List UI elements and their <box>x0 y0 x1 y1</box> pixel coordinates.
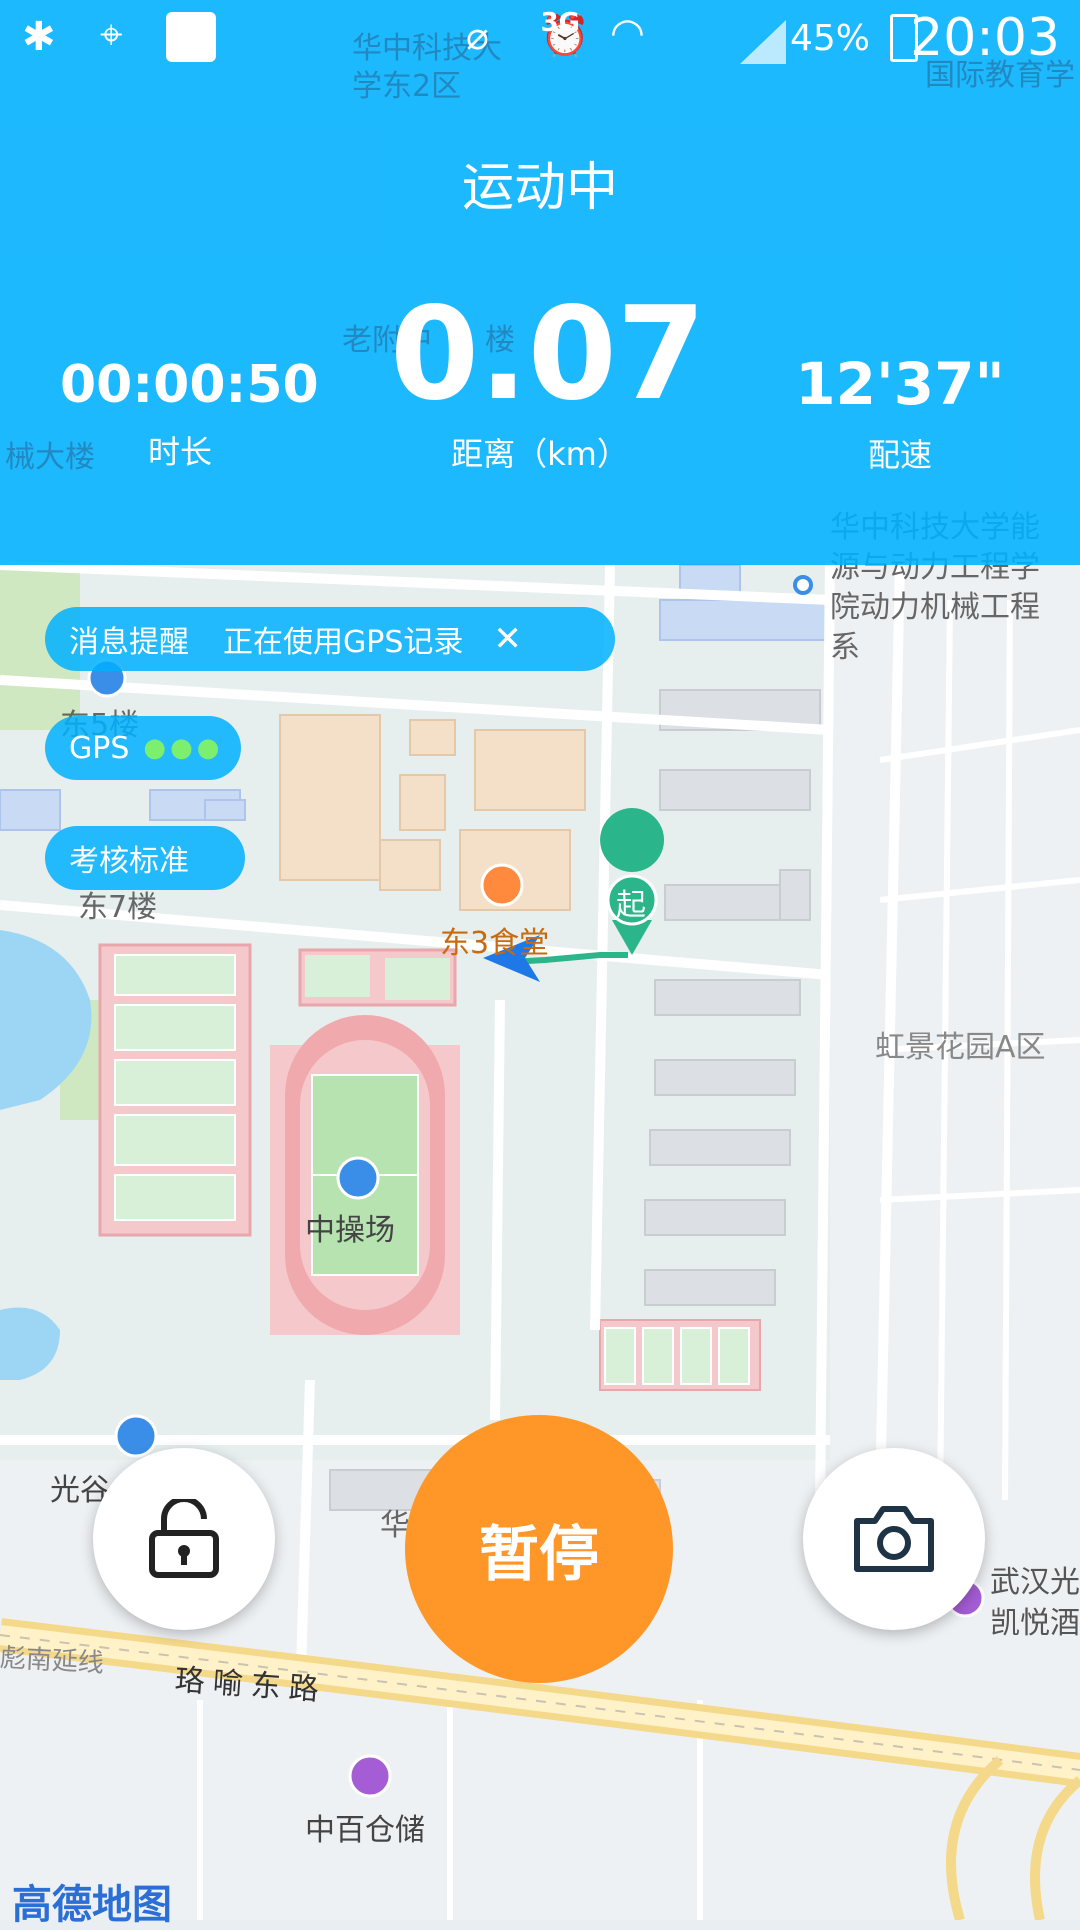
gps-notice-banner[interactable]: 消息提醒 正在使用GPS记录 ✕ <box>45 607 615 671</box>
workout-header: 华中科技大学东2区 老附中 楼 国际教育学 械大楼 ✱ ⌖ ⌀ ⏰ ◠ 3G 4… <box>0 0 1080 565</box>
notice-title: 消息提醒 <box>69 625 189 660</box>
standard-pill[interactable]: 考核标准 <box>45 826 245 890</box>
camera-button[interactable] <box>803 1448 985 1630</box>
notification-icon: ✱ <box>22 14 56 60</box>
network-type: 3G <box>540 8 580 38</box>
map-label-field: 中操场 <box>305 1213 395 1248</box>
map-label-hotel2: 凯悦酒 <box>990 1606 1080 1641</box>
gps-label: GPS <box>69 730 130 766</box>
duration-label: 时长 <box>147 433 212 471</box>
duration-value: 00:00:50 <box>60 355 319 415</box>
lock-button[interactable] <box>93 1448 275 1630</box>
status-bar: ✱ ⌖ ⌀ ⏰ ◠ 3G 45% 20:03 <box>0 0 1080 80</box>
pause-button[interactable]: 暂停 <box>405 1415 673 1683</box>
wifi-icon: ◠ <box>610 10 645 56</box>
stat-duration: 00:00:50 时长 <box>60 355 319 473</box>
map-label-hotel1: 武汉光 <box>990 1565 1080 1600</box>
app-icon <box>166 12 216 62</box>
amap-attribution: 高德地图 <box>12 1882 172 1928</box>
gps-signal-dots-icon: ●●● <box>143 733 224 763</box>
gps-status-pill[interactable]: GPS ●●● <box>45 716 241 780</box>
map-label-canteen: 东3食堂 <box>440 926 550 961</box>
battery-percent: 45% <box>789 18 870 59</box>
stat-pace: 12'37" 配速 <box>780 350 1020 476</box>
map-label-line: 彪南延线 <box>0 1643 105 1679</box>
stat-distance: 0.07 距离（km） <box>390 280 706 475</box>
map-label-hongjing: 虹景花园A区 <box>875 1030 1046 1065</box>
clock: 20:03 <box>910 8 1060 68</box>
standard-label: 考核标准 <box>69 844 189 879</box>
unlock-icon <box>149 1499 219 1578</box>
location-icon: ⌖ <box>100 12 123 58</box>
signal-icon <box>740 20 786 64</box>
pace-value: 12'37" <box>795 350 1005 418</box>
start-marker-label: 起 <box>616 888 646 923</box>
distance-label: 距离（km） <box>451 435 629 473</box>
mute-icon: ⌀ <box>466 14 489 58</box>
close-icon[interactable]: ✕ <box>493 619 522 659</box>
camera-icon <box>854 1506 934 1572</box>
map-label-zhongbai: 中百仓储 <box>305 1813 425 1848</box>
notice-text: 正在使用GPS记录 <box>223 625 464 660</box>
page-title: 运动中 <box>461 158 618 218</box>
pace-label: 配速 <box>867 436 932 474</box>
distance-value: 0.07 <box>390 280 706 429</box>
